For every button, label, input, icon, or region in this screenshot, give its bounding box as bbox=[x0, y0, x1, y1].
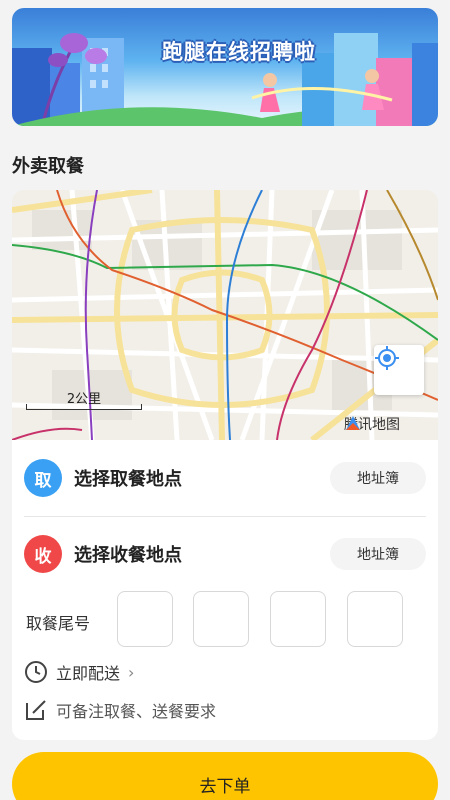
delivery-time-label: 立即配送 bbox=[56, 664, 121, 683]
note-field[interactable]: 可备注取餐、送餐要求 bbox=[24, 698, 216, 722]
delivery-time-option[interactable]: 立即配送 › bbox=[24, 660, 134, 684]
note-placeholder: 可备注取餐、送餐要求 bbox=[56, 702, 217, 721]
order-card: 2公里 腾讯地图 取 选择取餐地点 地址簿 收 选择收餐地点 地址簿 取餐尾号 … bbox=[12, 190, 438, 740]
tencent-map-icon bbox=[346, 416, 360, 430]
recruit-banner[interactable]: 跑腿在线招聘啦 bbox=[12, 8, 438, 126]
dropoff-badge: 收 bbox=[24, 535, 62, 573]
map-view[interactable]: 2公里 腾讯地图 bbox=[12, 190, 438, 440]
dropoff-row[interactable]: 收 选择收餐地点 地址簿 bbox=[24, 535, 426, 573]
submit-order-button[interactable]: 去下单 bbox=[12, 752, 438, 800]
map-scale: 2公里 bbox=[26, 388, 142, 410]
map-provider-logo: 腾讯地图 bbox=[344, 414, 400, 434]
pickup-badge: 取 bbox=[24, 459, 62, 497]
pickup-row[interactable]: 取 选择取餐地点 地址簿 bbox=[24, 459, 426, 497]
chevron-right-icon: › bbox=[128, 662, 135, 682]
row-divider bbox=[24, 516, 426, 517]
tail-digit-3[interactable] bbox=[270, 591, 326, 647]
dropoff-address-book-button[interactable]: 地址簿 bbox=[330, 538, 426, 570]
locate-icon bbox=[375, 346, 399, 370]
locate-button[interactable] bbox=[374, 345, 424, 395]
tail-digit-1[interactable] bbox=[117, 591, 173, 647]
tail-digit-2[interactable] bbox=[193, 591, 249, 647]
pickup-address-book-button[interactable]: 地址簿 bbox=[330, 462, 426, 494]
map-scale-bar bbox=[26, 404, 142, 410]
banner-illustration bbox=[12, 33, 438, 126]
dropoff-label: 选择收餐地点 bbox=[74, 545, 182, 566]
edit-icon bbox=[26, 700, 46, 720]
tail-number-label: 取餐尾号 bbox=[26, 614, 91, 633]
banner-title: 跑腿在线招聘啦 bbox=[162, 40, 316, 64]
clock-icon bbox=[25, 661, 47, 683]
section-title: 外卖取餐 bbox=[12, 156, 84, 177]
tail-digit-4[interactable] bbox=[347, 591, 403, 647]
pickup-label: 选择取餐地点 bbox=[74, 469, 182, 490]
